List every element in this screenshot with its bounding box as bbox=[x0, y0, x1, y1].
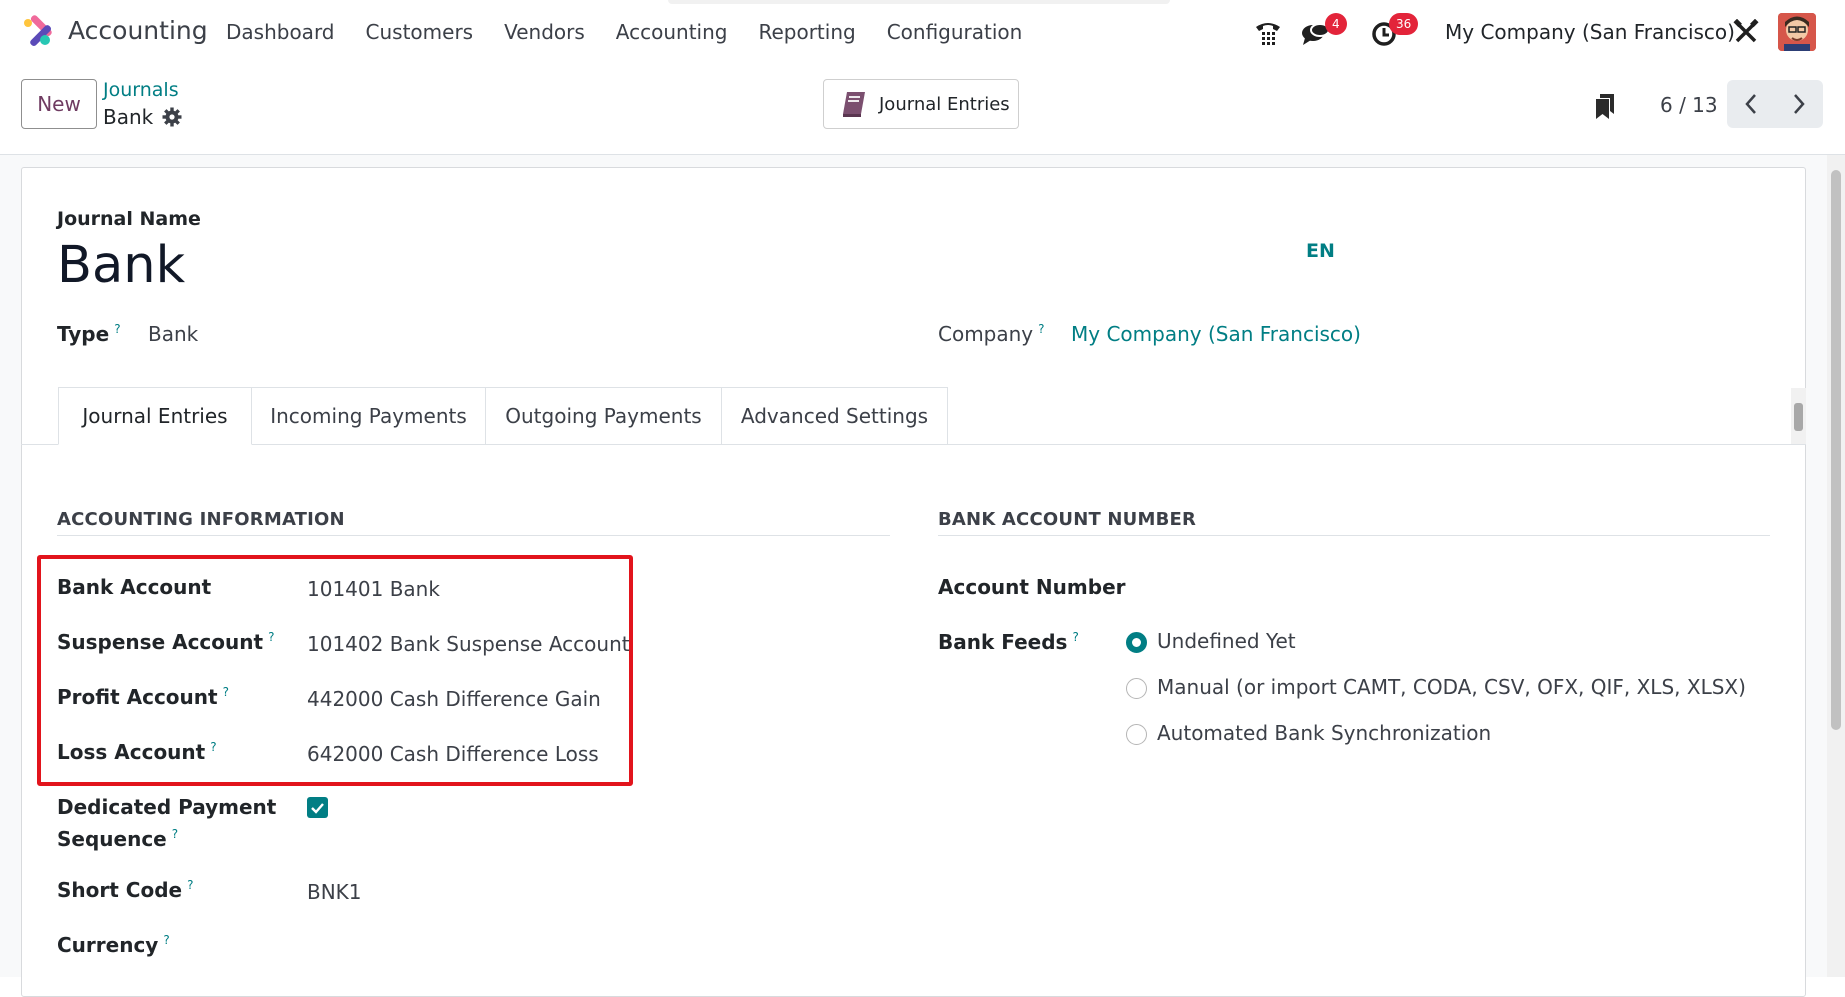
pager-next-button[interactable] bbox=[1775, 80, 1823, 128]
chevron-right-icon bbox=[1794, 94, 1805, 114]
bank-account-field[interactable]: 101401 Bank bbox=[307, 577, 440, 601]
tab-advanced-settings[interactable]: Advanced Settings bbox=[721, 387, 948, 445]
short-code-label: Short Code? bbox=[57, 878, 193, 902]
loss-account-label: Loss Account? bbox=[57, 740, 217, 764]
app-name[interactable]: Accounting bbox=[68, 16, 208, 45]
section-divider bbox=[57, 535, 890, 536]
journal-name-label: Journal Name bbox=[57, 208, 201, 230]
menu-reporting[interactable]: Reporting bbox=[758, 20, 855, 44]
main-menu: Dashboard Customers Vendors Accounting R… bbox=[226, 20, 1022, 44]
dedicated-payment-checkbox[interactable] bbox=[307, 797, 328, 818]
dedicated-payment-label-line1: Dedicated Payment bbox=[57, 795, 277, 819]
smart-button-label: Journal Entries bbox=[879, 93, 1010, 115]
company-field[interactable]: My Company (San Francisco) bbox=[1071, 322, 1361, 346]
book-icon bbox=[843, 92, 865, 117]
menu-configuration[interactable]: Configuration bbox=[887, 20, 1023, 44]
dedicated-payment-label-text: Sequence bbox=[57, 827, 167, 851]
tab-outgoing-payments[interactable]: Outgoing Payments bbox=[485, 387, 722, 445]
loss-account-field[interactable]: 642000 Cash Difference Loss bbox=[307, 742, 599, 766]
bank-feeds-label-text: Bank Feeds bbox=[938, 630, 1068, 654]
page-scrollbar-thumb[interactable] bbox=[1831, 170, 1841, 730]
profit-account-label: Profit Account? bbox=[57, 685, 229, 709]
new-button[interactable]: New bbox=[21, 79, 97, 129]
tab-incoming-payments[interactable]: Incoming Payments bbox=[251, 387, 486, 445]
profit-account-label-text: Profit Account bbox=[57, 685, 218, 709]
help-tooltip-icon[interactable]: ? bbox=[268, 630, 274, 644]
phone-icon[interactable] bbox=[1253, 18, 1283, 48]
bank-feeds-radio-undefined[interactable] bbox=[1126, 632, 1147, 653]
bookmark-icon[interactable] bbox=[1593, 92, 1617, 120]
tab-journal-entries[interactable]: Journal Entries bbox=[58, 387, 252, 445]
bank-feeds-radio-automated[interactable] bbox=[1126, 724, 1147, 745]
messages-badge: 4 bbox=[1325, 13, 1347, 35]
bank-account-number-title: BANK ACCOUNT NUMBER bbox=[938, 509, 1197, 530]
accounting-information-title: ACCOUNTING INFORMATION bbox=[57, 509, 345, 530]
account-number-label: Account Number bbox=[938, 575, 1126, 599]
language-button[interactable]: EN bbox=[1306, 240, 1335, 262]
help-tooltip-icon[interactable]: ? bbox=[172, 827, 178, 841]
top-navbar: Accounting Dashboard Customers Vendors A… bbox=[0, 0, 1845, 64]
help-tooltip-icon[interactable]: ? bbox=[163, 933, 169, 947]
type-label-text: Type bbox=[57, 322, 110, 346]
top-notch bbox=[668, 0, 1170, 4]
help-tooltip-icon[interactable]: ? bbox=[114, 322, 120, 336]
type-field[interactable]: Bank bbox=[148, 322, 198, 346]
accounting-app-logo[interactable] bbox=[20, 14, 54, 48]
loss-account-label-text: Loss Account bbox=[57, 740, 206, 764]
bank-feeds-radio-manual[interactable] bbox=[1126, 678, 1147, 699]
menu-accounting[interactable]: Accounting bbox=[616, 20, 728, 44]
help-tooltip-icon[interactable]: ? bbox=[223, 685, 229, 699]
menu-customers[interactable]: Customers bbox=[366, 20, 474, 44]
pager-value[interactable]: 6 / 13 bbox=[1660, 93, 1718, 117]
menu-dashboard[interactable]: Dashboard bbox=[226, 20, 335, 44]
dedicated-payment-label-line2: Sequence? bbox=[57, 827, 178, 851]
help-tooltip-icon[interactable]: ? bbox=[1038, 322, 1044, 336]
pager-previous-button[interactable] bbox=[1727, 80, 1775, 128]
help-tooltip-icon[interactable]: ? bbox=[1072, 630, 1078, 644]
journal-entries-smart-button[interactable]: Journal Entries bbox=[823, 79, 1019, 129]
activities-badge: 36 bbox=[1389, 13, 1419, 35]
type-label: Type? bbox=[57, 322, 121, 346]
gear-icon[interactable] bbox=[162, 107, 182, 127]
breadcrumb-journals[interactable]: Journals bbox=[103, 79, 179, 101]
help-tooltip-icon[interactable]: ? bbox=[210, 740, 216, 754]
checkmark-icon bbox=[311, 802, 324, 814]
bank-feeds-option-manual[interactable]: Manual (or import CAMT, CODA, CSV, OFX, … bbox=[1157, 675, 1746, 699]
suspense-account-label: Suspense Account? bbox=[57, 630, 274, 654]
bank-feeds-label: Bank Feeds? bbox=[938, 630, 1079, 654]
currency-label-text: Currency bbox=[57, 933, 159, 957]
journal-name-field[interactable]: Bank bbox=[57, 236, 185, 295]
help-tooltip-icon[interactable]: ? bbox=[187, 878, 193, 892]
tabs-scrollbar-thumb[interactable] bbox=[1794, 403, 1803, 431]
bank-feeds-option-automated[interactable]: Automated Bank Synchronization bbox=[1157, 721, 1491, 745]
bank-feeds-option-undefined[interactable]: Undefined Yet bbox=[1157, 629, 1296, 653]
currency-label: Currency? bbox=[57, 933, 170, 957]
section-divider bbox=[938, 535, 1770, 536]
short-code-label-text: Short Code bbox=[57, 878, 183, 902]
suspense-account-field[interactable]: 101402 Bank Suspense Account bbox=[307, 632, 630, 656]
user-avatar[interactable] bbox=[1778, 13, 1816, 51]
short-code-field[interactable]: BNK1 bbox=[307, 880, 362, 904]
suspense-account-label-text: Suspense Account bbox=[57, 630, 264, 654]
company-switcher[interactable]: My Company (San Francisco) bbox=[1445, 20, 1735, 44]
profit-account-field[interactable]: 442000 Cash Difference Gain bbox=[307, 687, 601, 711]
chevron-left-icon bbox=[1745, 94, 1756, 114]
debug-tools-icon[interactable] bbox=[1733, 19, 1759, 45]
menu-vendors[interactable]: Vendors bbox=[504, 20, 585, 44]
bank-account-label: Bank Account bbox=[57, 575, 212, 599]
breadcrumb-current: Bank bbox=[103, 105, 154, 129]
company-label: Company? bbox=[938, 322, 1045, 346]
company-label-text: Company bbox=[938, 322, 1034, 346]
